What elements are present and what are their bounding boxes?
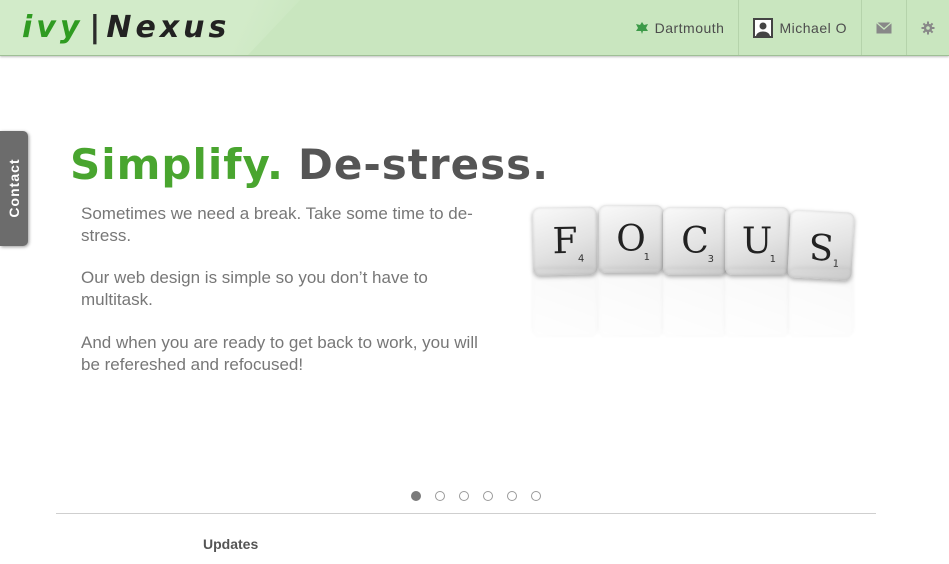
user-menu[interactable]: Michael O <box>738 0 861 55</box>
tile-points: 1 <box>643 252 650 263</box>
headline-simplify: Simplify. <box>70 140 285 189</box>
letter-tile: U1 <box>725 207 789 275</box>
headline-destress: De-stress. <box>298 140 550 189</box>
carousel-dot[interactable] <box>507 491 517 501</box>
section-divider <box>56 513 876 514</box>
letter-tile: O1 <box>599 205 663 273</box>
tile-points: 1 <box>769 254 776 265</box>
user-name: Michael O <box>779 19 847 36</box>
tile-points: 4 <box>577 253 585 265</box>
carousel-dot[interactable] <box>459 491 469 501</box>
avatar <box>753 17 774 38</box>
focus-tiles-image: F4 O1 C3 U1 S1 <box>532 205 863 340</box>
hero-paragraph: And when you are ready to get back to wo… <box>81 333 478 374</box>
top-nav: Dartmouth Michael O <box>621 0 949 55</box>
updates-heading: Updates <box>203 536 259 552</box>
tile-points: 3 <box>707 254 714 265</box>
logo-ivy: ivy <box>22 10 84 45</box>
tiles-reflection <box>533 269 863 337</box>
logo-separator: | <box>89 10 101 45</box>
tile-letter: F <box>552 220 578 262</box>
gear-icon <box>921 21 935 34</box>
carousel-dot[interactable] <box>411 491 421 501</box>
app-logo[interactable]: ivy | Nexus <box>22 10 230 46</box>
tile-letter: C <box>681 220 709 262</box>
mail-icon <box>876 21 892 33</box>
carousel-dot[interactable] <box>531 491 541 501</box>
carousel-dots <box>411 491 541 501</box>
hero-paragraph: Our web design is simple so you don’t ha… <box>81 268 428 309</box>
top-bar: ivy | Nexus Dartmouth Michael O <box>0 0 949 56</box>
tile-letter: O <box>616 218 646 260</box>
settings-button[interactable] <box>906 0 949 55</box>
contact-tab[interactable]: Contact <box>0 131 28 246</box>
hero-paragraph: Sometimes we need a break. Take some tim… <box>81 204 473 245</box>
carousel-dot[interactable] <box>483 491 493 501</box>
letter-tile: C3 <box>663 207 727 275</box>
hero-headline: Simplify. De-stress. <box>70 140 549 189</box>
letter-tile: F4 <box>532 206 598 276</box>
logo-nexus: Nexus <box>106 10 231 45</box>
tile-letter: S <box>807 223 835 267</box>
contact-tab-label: Contact <box>6 158 22 218</box>
leaf-icon <box>635 21 648 34</box>
carousel-dot[interactable] <box>435 491 445 501</box>
school-link[interactable]: Dartmouth <box>621 0 739 55</box>
school-name: Dartmouth <box>654 19 725 36</box>
tile-letter: U <box>741 220 773 262</box>
messages-button[interactable] <box>861 0 906 55</box>
